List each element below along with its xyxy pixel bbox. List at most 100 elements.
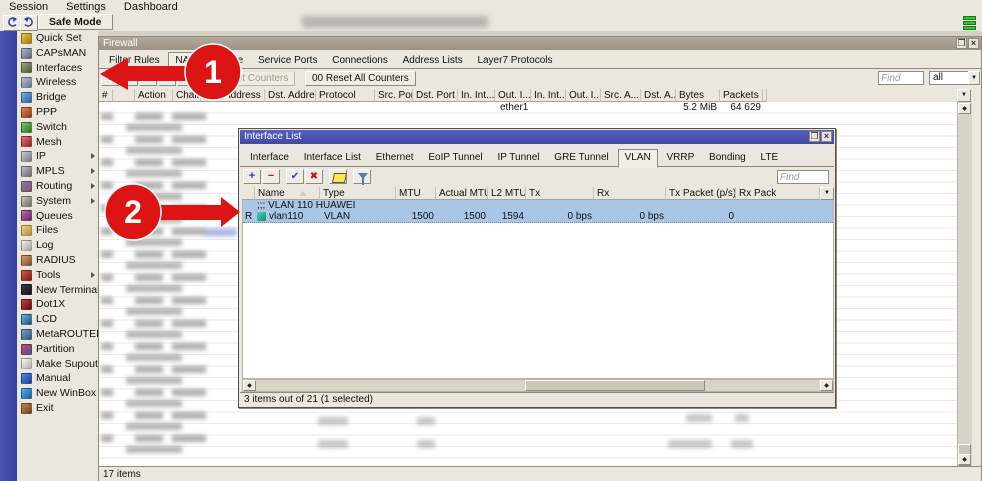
enable-button[interactable]: ✔ (139, 71, 157, 86)
tab-vrrp[interactable]: VRRP (660, 150, 700, 165)
tab-interface-list[interactable]: Interface List (298, 150, 367, 165)
scroll-up-icon[interactable]: ◆ (958, 103, 971, 114)
sidebar-item-files[interactable]: Files (17, 223, 98, 238)
disable-button[interactable]: ✖ (305, 169, 323, 184)
sidebar-item-log[interactable]: Log (17, 238, 98, 253)
enable-button[interactable]: ✔ (286, 169, 304, 184)
menu-session[interactable]: Session (0, 1, 57, 13)
sidebar-item-routing[interactable]: Routing (17, 179, 98, 194)
sidebar-item-new-winbox[interactable]: New WinBox (17, 386, 98, 401)
sidebar-item-radius[interactable]: RADIUS (17, 253, 98, 268)
sidebar-item-switch[interactable]: Switch (17, 120, 98, 135)
column-name[interactable]: Name (255, 187, 320, 200)
interface-table[interactable]: ;;; VLAN 110 HUAWEI R vlan110 VLAN 1500 … (242, 200, 834, 379)
sidebar-item-exit[interactable]: Exit (17, 401, 98, 416)
column-out-interface-list[interactable]: Out. I... (566, 89, 601, 102)
column-out-interface[interactable]: Out. I... (495, 89, 531, 102)
sidebar-item-lcd[interactable]: LCD (17, 312, 98, 327)
tab-filter-rules[interactable]: Filter Rules (103, 53, 166, 68)
column-number[interactable]: # (99, 89, 113, 102)
column-action[interactable]: Action (135, 89, 173, 102)
add-button[interactable]: + (243, 169, 261, 184)
column-dst-address-list[interactable]: Dst. A... (641, 89, 676, 102)
chevron-down-icon[interactable]: ▼ (968, 71, 980, 85)
comment-button[interactable]: ▭ (177, 71, 195, 86)
table-row[interactable]: ether1 5.2 MiB 64 629 (99, 102, 957, 113)
column-rx[interactable]: Rx (594, 187, 666, 200)
tab-connections[interactable]: Connections (326, 53, 394, 68)
table-row-vlan110[interactable]: R vlan110 VLAN 1500 1500 1594 0 bps 0 bp… (243, 211, 833, 223)
tab-lte[interactable]: LTE (755, 150, 785, 165)
reset-counters-button[interactable]: 00 Reset Counters (198, 71, 295, 86)
sidebar-item-mpls[interactable]: MPLS (17, 164, 98, 179)
comment-button[interactable] (329, 169, 347, 184)
sidebar-item-bridge[interactable]: Bridge (17, 90, 98, 105)
sidebar-item-partition[interactable]: Partition (17, 342, 98, 357)
scroll-down-icon[interactable]: ◆ (958, 454, 971, 465)
column-packets[interactable]: Packets (720, 89, 763, 102)
remove-button[interactable]: − (262, 169, 280, 184)
safe-mode-button[interactable]: Safe Mode (38, 14, 113, 30)
close-icon[interactable]: × (968, 38, 979, 49)
column-mtu[interactable]: MTU (396, 187, 436, 200)
menu-dashboard[interactable]: Dashboard (115, 1, 187, 13)
undo-button[interactable] (3, 15, 21, 31)
column-rx-packet[interactable]: Rx Pack (736, 187, 820, 200)
sidebar-item-queues[interactable]: Queues (17, 209, 98, 224)
sidebar-item-make-supout[interactable]: Make Supout.rif (17, 357, 98, 372)
column-src-port[interactable]: Src. Port (375, 89, 413, 102)
tab-ethernet[interactable]: Ethernet (370, 150, 420, 165)
redo-button[interactable] (20, 15, 38, 31)
column-type[interactable]: Type (320, 187, 396, 200)
tab-eoip-tunnel[interactable]: EoIP Tunnel (422, 150, 488, 165)
column-dst-address[interactable]: Dst. Address (265, 89, 316, 102)
sidebar-item-system[interactable]: System (17, 194, 98, 209)
tab-bonding[interactable]: Bonding (703, 150, 752, 165)
sidebar-item-mesh[interactable]: Mesh (17, 135, 98, 150)
column-picker-icon[interactable]: ▼ (820, 187, 834, 200)
column-in-interface[interactable]: In. Int... (458, 89, 495, 102)
tab-layer7-protocols[interactable]: Layer7 Protocols (471, 53, 558, 68)
reset-all-counters-button[interactable]: 00 Reset All Counters (305, 71, 416, 86)
tab-mangle[interactable]: Mangle (204, 53, 249, 68)
column-tx-packet[interactable]: Tx Packet (p/s) (666, 187, 736, 200)
dialog-find-input[interactable] (777, 170, 829, 184)
sidebar-item-interfaces[interactable]: Interfaces (17, 61, 98, 76)
column-actual-mtu[interactable]: Actual MTU (436, 187, 488, 200)
column-chain[interactable]: Chain (173, 89, 201, 102)
tab-ip-tunnel[interactable]: IP Tunnel (491, 150, 545, 165)
tab-gre-tunnel[interactable]: GRE Tunnel (548, 150, 614, 165)
scroll-left-icon[interactable]: ◆ (243, 380, 256, 391)
column-in-interface-list[interactable]: In. Int... (531, 89, 566, 102)
vertical-scrollbar[interactable]: ◆ ◆ (957, 102, 972, 466)
maximize-icon[interactable]: ❐ (956, 38, 967, 49)
column-bytes[interactable]: Bytes (676, 89, 720, 102)
column-src-address-list[interactable]: Src. A... (601, 89, 641, 102)
scrollbar-thumb[interactable] (525, 380, 705, 391)
tab-service-ports[interactable]: Service Ports (252, 53, 323, 68)
menu-settings[interactable]: Settings (57, 1, 115, 13)
horizontal-scrollbar[interactable]: ◆ ◆ (242, 379, 834, 392)
tab-address-lists[interactable]: Address Lists (397, 53, 469, 68)
filter-button[interactable] (353, 169, 371, 184)
firewall-find-input[interactable] (878, 71, 924, 85)
sidebar-item-ppp[interactable]: PPP (17, 105, 98, 120)
tab-interface[interactable]: Interface (244, 150, 295, 165)
sidebar-item-dot1x[interactable]: Dot1X (17, 297, 98, 312)
column-dst-port[interactable]: Dst. Port (413, 89, 458, 102)
firewall-filter-scope-select[interactable]: all (929, 71, 969, 85)
remove-button[interactable]: − (120, 71, 138, 86)
sidebar-item-tools[interactable]: Tools (17, 268, 98, 283)
sidebar-item-wireless[interactable]: Wireless (17, 75, 98, 90)
column-flags[interactable] (242, 187, 255, 200)
scroll-right-icon[interactable]: ◆ (820, 380, 833, 391)
sidebar-item-metarouter[interactable]: MetaROUTER (17, 327, 98, 342)
sidebar-item-new-terminal[interactable]: New Terminal (17, 283, 98, 298)
column-src-address[interactable]: Src. Address (201, 89, 265, 102)
sidebar-item-capsman[interactable]: CAPsMAN (17, 46, 98, 61)
column-picker-icon[interactable]: ▼ (957, 89, 971, 102)
tab-vlan[interactable]: VLAN (618, 149, 658, 168)
sidebar-item-quick-set[interactable]: Quick Set (17, 31, 98, 46)
column-tx[interactable]: Tx (526, 187, 594, 200)
sidebar-item-manual[interactable]: Manual (17, 371, 98, 386)
